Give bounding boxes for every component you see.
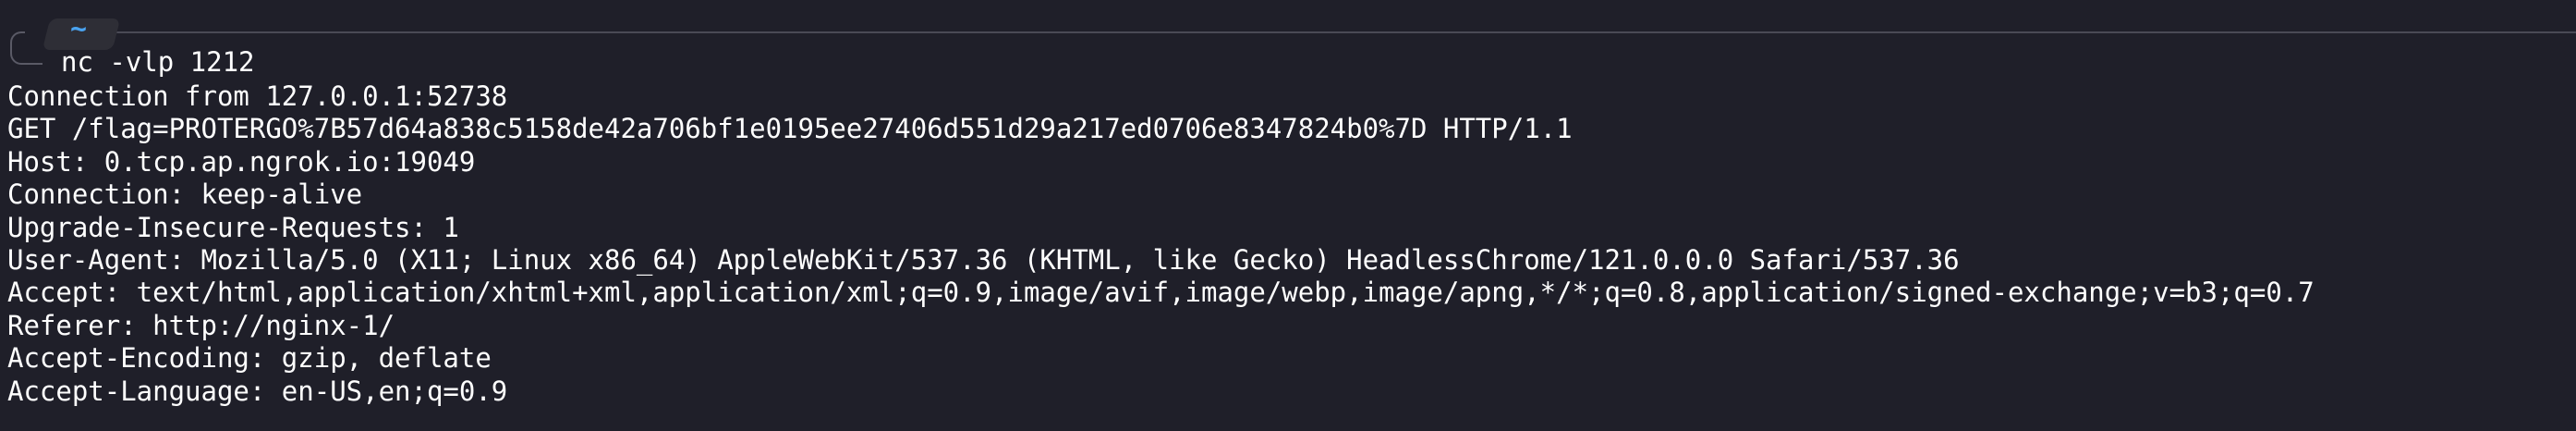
output-line: Accept: text/html,application/xhtml+xml,… [7, 277, 2315, 309]
prompt-path: ~ [70, 13, 88, 45]
prompt-bracket-decoration [10, 31, 25, 65]
output-line: User-Agent: Mozilla/5.0 (X11; Linux x86_… [7, 243, 1960, 276]
output-line: Host: 0.tcp.ap.ngrok.io:19049 [7, 145, 476, 178]
output-line: Accept-Language: en-US,en;q=0.9 [7, 375, 508, 407]
output-line: Accept-Encoding: gzip, deflate [7, 342, 492, 375]
output-line: Connection from 127.0.0.1:52738 [7, 80, 508, 112]
terminal-window[interactable]: ~ nc -vlp 1212 Connection from 127.0.0.1… [0, 0, 2576, 431]
output-line: GET /flag=PROTERGO%7B57d64a838c5158de42a… [7, 113, 1573, 145]
prompt-command: nc -vlp 1212 [61, 46, 255, 78]
command-output: Connection from 127.0.0.1:52738 GET /fla… [7, 80, 2315, 408]
prompt-bracket-tick [24, 63, 43, 65]
prompt-separator-line [54, 31, 2576, 33]
output-line: Referer: http://nginx-1/ [7, 309, 395, 341]
output-line: Connection: keep-alive [7, 179, 363, 211]
output-line: Upgrade-Insecure-Requests: 1 [7, 211, 459, 243]
